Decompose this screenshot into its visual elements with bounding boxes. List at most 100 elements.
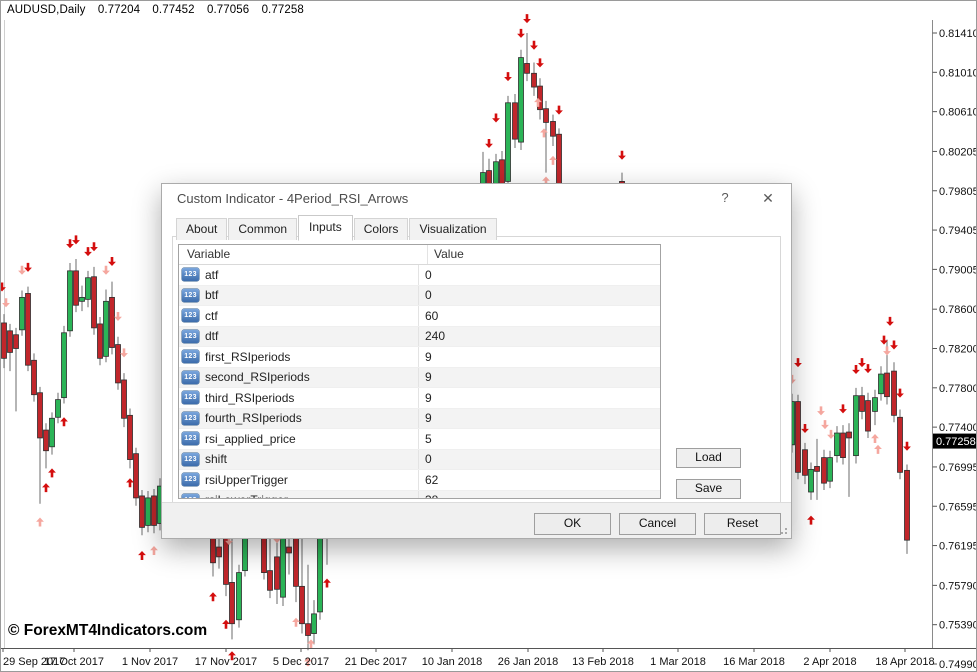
signal-down-arrow xyxy=(90,242,98,251)
price-axis-label: 0.79805 xyxy=(939,186,977,198)
price-axis-label: 0.76595 xyxy=(939,501,977,513)
price-axis-label: 0.77800 xyxy=(939,383,977,395)
reset-button[interactable]: Reset xyxy=(704,513,781,535)
date-axis-label: 5 Dec 2017 xyxy=(273,656,329,668)
signal-up-arrow xyxy=(323,578,331,587)
price-axis-label: 0.78200 xyxy=(939,344,977,356)
signal-down-arrow xyxy=(817,406,825,415)
dialog-titlebar[interactable]: Custom Indicator - 4Period_RSI_Arrows ? … xyxy=(162,184,791,212)
variable-value[interactable]: 0 xyxy=(419,268,660,282)
candle xyxy=(854,388,859,464)
signal-down-arrow xyxy=(618,151,626,160)
table-row[interactable]: 123atf0 xyxy=(179,265,660,286)
dialog-tabs: AboutCommonInputsColorsVisualization xyxy=(176,215,498,240)
candle xyxy=(879,366,884,400)
table-row[interactable]: 123dtf240 xyxy=(179,327,660,348)
load-button[interactable]: Load xyxy=(676,448,741,468)
ok-button[interactable]: OK xyxy=(534,513,611,535)
signal-up-arrow xyxy=(138,551,146,560)
candle xyxy=(866,393,871,438)
variable-name: btf xyxy=(205,288,218,302)
tab-colors[interactable]: Colors xyxy=(354,218,409,240)
variable-value[interactable]: 60 xyxy=(419,309,660,323)
current-price-text: 0.77258 xyxy=(936,436,976,448)
variable-value[interactable]: 9 xyxy=(419,350,660,364)
parameters-table: Variable Value 123atf0123btf0123ctf60123… xyxy=(178,244,661,499)
price-axis-label: 0.79405 xyxy=(939,225,977,237)
signal-down-arrow xyxy=(827,430,835,439)
date-axis-label: 1 Nov 2017 xyxy=(122,656,178,668)
table-row[interactable]: 123btf0 xyxy=(179,286,660,307)
variable-value[interactable]: 62 xyxy=(419,473,660,487)
mt4-window: AUDUSD,Daily 0.77204 0.77452 0.77056 0.7… xyxy=(0,0,977,672)
numeric-type-icon: 123 xyxy=(182,268,199,281)
resize-grip-icon[interactable] xyxy=(779,526,787,534)
table-header-row: Variable Value xyxy=(179,245,660,265)
candle xyxy=(26,287,31,372)
numeric-type-icon: 123 xyxy=(182,350,199,363)
candle xyxy=(828,451,833,488)
candle xyxy=(306,565,311,651)
candle xyxy=(74,259,79,312)
signal-down-arrow xyxy=(485,139,493,148)
numeric-type-icon: 123 xyxy=(182,330,199,343)
table-row[interactable]: 123rsiUpperTrigger62 xyxy=(179,470,660,491)
candle xyxy=(237,565,242,628)
variable-value[interactable]: 0 xyxy=(419,452,660,466)
candle xyxy=(128,408,133,468)
variable-name: rsi_applied_price xyxy=(205,432,296,446)
variable-value[interactable]: 0 xyxy=(419,288,660,302)
price-axis-label: 0.76995 xyxy=(939,462,977,474)
signal-down-arrow xyxy=(0,282,6,291)
candle xyxy=(892,362,897,422)
table-row[interactable]: 123rsiLowerTrigger38 xyxy=(179,491,660,500)
candle xyxy=(873,390,878,425)
signal-up-arrow xyxy=(540,128,548,137)
table-row[interactable]: 123first_RSIperiods9 xyxy=(179,347,660,368)
price-axis-label: 0.74990 xyxy=(939,659,977,671)
table-row[interactable]: 123third_RSIperiods9 xyxy=(179,388,660,409)
variable-value[interactable]: 9 xyxy=(419,391,660,405)
column-header-variable: Variable xyxy=(179,245,428,264)
signal-up-arrow xyxy=(42,483,50,492)
candle xyxy=(50,412,55,454)
signal-up-arrow xyxy=(222,620,230,629)
price-axis-label: 0.80610 xyxy=(939,107,977,119)
price-axis-label: 0.81010 xyxy=(939,67,977,79)
candle xyxy=(134,448,139,506)
variable-value[interactable]: 240 xyxy=(419,329,660,343)
candle xyxy=(803,443,808,484)
tab-visualization[interactable]: Visualization xyxy=(409,218,496,240)
signal-down-arrow xyxy=(821,420,829,429)
signal-up-arrow xyxy=(60,417,68,426)
table-row[interactable]: 123fourth_RSIperiods9 xyxy=(179,409,660,430)
candle xyxy=(506,96,511,189)
table-row[interactable]: 123second_RSIperiods9 xyxy=(179,368,660,389)
variable-name: ctf xyxy=(205,309,218,323)
signal-up-arrow xyxy=(292,618,300,627)
signal-down-arrow xyxy=(102,266,110,275)
tab-common[interactable]: Common xyxy=(228,218,297,240)
close-button[interactable]: ✕ xyxy=(745,184,791,212)
candle xyxy=(8,324,13,371)
price-axis-label: 0.75790 xyxy=(939,580,977,592)
variable-value[interactable]: 9 xyxy=(419,370,660,384)
variable-value[interactable]: 38 xyxy=(419,493,660,499)
cancel-button[interactable]: Cancel xyxy=(619,513,696,535)
signal-down-arrow xyxy=(852,365,860,374)
variable-value[interactable]: 5 xyxy=(419,432,660,446)
ohlc-close: 0.77258 xyxy=(262,4,304,16)
candle xyxy=(98,317,103,365)
table-row[interactable]: 123shift0 xyxy=(179,450,660,471)
signal-down-arrow xyxy=(492,113,500,122)
candle xyxy=(56,393,61,423)
save-button[interactable]: Save xyxy=(676,479,741,499)
candle xyxy=(146,491,151,532)
tab-inputs[interactable]: Inputs xyxy=(298,215,353,241)
variable-value[interactable]: 9 xyxy=(419,411,660,425)
candle xyxy=(80,286,85,312)
tab-about[interactable]: About xyxy=(176,218,227,240)
table-row[interactable]: 123rsi_applied_price5 xyxy=(179,429,660,450)
table-row[interactable]: 123ctf60 xyxy=(179,306,660,327)
help-button[interactable]: ? xyxy=(705,184,745,212)
